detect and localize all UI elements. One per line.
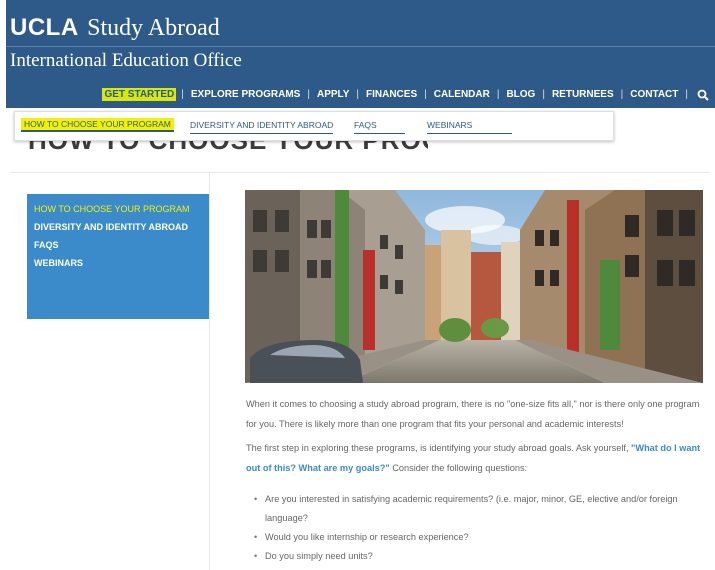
- nav-separator: |: [181, 89, 184, 100]
- nav-explore-programs[interactable]: EXPLORE PROGRAMS: [189, 88, 302, 101]
- header-divider: [6, 46, 715, 47]
- hero-street-image: [245, 190, 703, 383]
- site-logo[interactable]: UCLA Study Abroad: [10, 14, 220, 42]
- nav-separator: |: [496, 89, 500, 100]
- list-item: Do you simply need units?: [254, 547, 706, 566]
- nav-apply[interactable]: APPLY: [315, 88, 351, 101]
- section-sidebar: HOW TO CHOOSE YOUR PROGRAM DIVERSITY AND…: [27, 194, 209, 319]
- sidebar-item-webinars[interactable]: WEBINARS: [34, 258, 202, 268]
- nav-separator: |: [307, 89, 310, 100]
- page-title: HOW TO CHOOSE YOUR PROGRAM: [28, 141, 428, 150]
- nav-separator: |: [542, 89, 545, 100]
- site-header: UCLA Study Abroad International Educatio…: [6, 0, 715, 108]
- nav-contact[interactable]: CONTACT: [628, 88, 680, 101]
- logo-ucla: UCLA: [10, 14, 79, 41]
- submenu-how-to-choose[interactable]: HOW TO CHOOSE YOUR PROGRAM: [21, 118, 174, 132]
- questions-list: Are you interested in satisfying academi…: [246, 490, 706, 566]
- sidebar-divider: [209, 172, 210, 570]
- nav-get-started[interactable]: GET STARTED: [102, 88, 177, 101]
- list-item: Are you interested in satisfying academi…: [254, 490, 706, 528]
- nav-returnees[interactable]: RETURNEES: [550, 88, 616, 101]
- page-title-wrapper: HOW TO CHOOSE YOUR PROGRAM: [28, 141, 428, 150]
- logo-study-abroad: Study Abroad: [87, 15, 220, 41]
- get-started-submenu: HOW TO CHOOSE YOUR PROGRAM DIVERSITY AND…: [14, 111, 614, 141]
- sidebar-item-diversity-identity[interactable]: DIVERSITY AND IDENTITY ABROAD: [34, 222, 202, 232]
- sidebar-item-faqs[interactable]: FAQS: [34, 240, 202, 250]
- nav-separator: |: [620, 89, 624, 100]
- nav-blog[interactable]: BLOG: [504, 88, 537, 101]
- sidebar-item-how-to-choose[interactable]: HOW TO CHOOSE YOUR PROGRAM: [34, 204, 202, 214]
- submenu-faqs[interactable]: FAQS: [354, 120, 405, 134]
- goals-paragraph: The first step in exploring these progra…: [246, 438, 706, 478]
- site-subtitle: International Education Office: [10, 50, 242, 71]
- goals-text-end: Consider the following questions:: [389, 463, 528, 473]
- content-top-divider: [10, 172, 710, 173]
- nav-separator: |: [356, 89, 359, 100]
- nav-calendar[interactable]: CALENDAR: [432, 88, 492, 101]
- intro-paragraph: When it comes to choosing a study abroad…: [246, 399, 700, 429]
- search-icon[interactable]: [697, 89, 709, 101]
- nav-finances[interactable]: FINANCES: [364, 88, 419, 101]
- list-item: Would you like internship or research ex…: [254, 528, 706, 547]
- main-content: When it comes to choosing a study abroad…: [246, 394, 706, 566]
- nav-separator: |: [685, 89, 688, 100]
- nav-separator: |: [424, 89, 427, 100]
- submenu-webinars[interactable]: WEBINARS: [427, 120, 513, 134]
- main-nav: GET STARTED | EXPLORE PROGRAMS | APPLY |…: [102, 88, 709, 101]
- goals-text-start: The first step in exploring these progra…: [246, 443, 632, 453]
- submenu-diversity-identity[interactable]: DIVERSITY AND IDENTITY ABROAD: [190, 120, 334, 134]
